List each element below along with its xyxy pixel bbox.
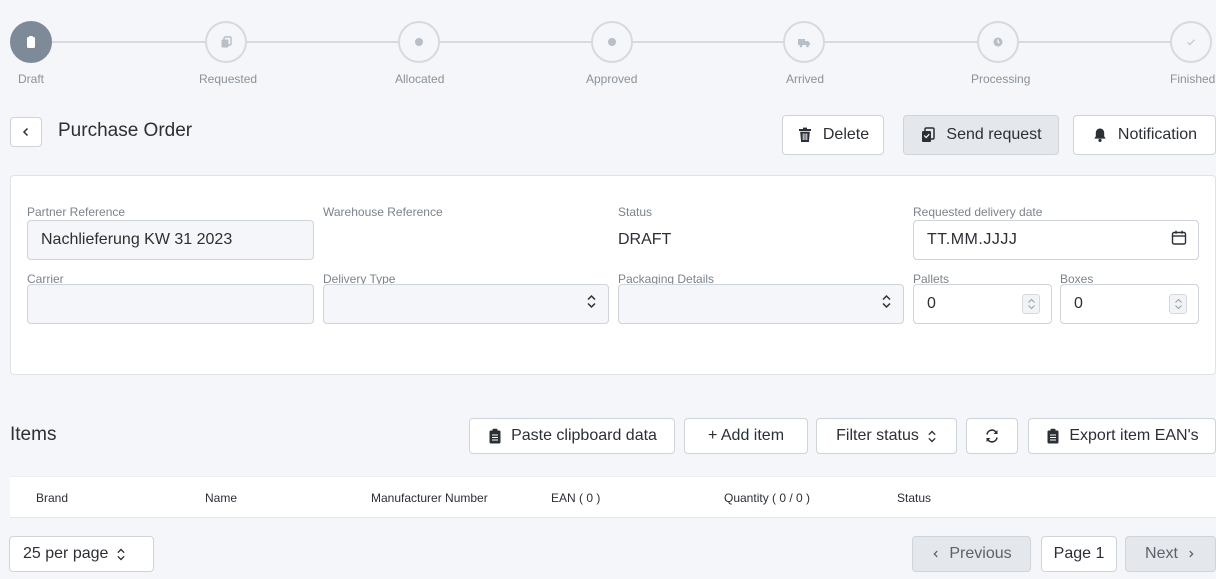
- status-label: Status: [618, 205, 653, 219]
- step-label-draft: Draft: [18, 72, 45, 86]
- add-item-label: + Add item: [707, 427, 785, 444]
- dot-icon: [415, 38, 423, 46]
- step-approved-circle: [591, 21, 633, 63]
- requested-delivery-date-input[interactable]: TT.MM.JJJJ: [913, 220, 1199, 260]
- truck-icon: [798, 39, 810, 48]
- per-page-select[interactable]: 25 per page: [9, 536, 154, 572]
- step-finished-circle: [1170, 21, 1212, 63]
- per-page-value: 25 per page: [23, 545, 109, 562]
- order-details-card: Partner Reference Nachlieferung KW 31 20…: [10, 175, 1216, 375]
- delivery-type-select[interactable]: [323, 284, 609, 324]
- pallets-value: 0: [927, 295, 936, 312]
- partner-reference-label: Partner Reference: [27, 205, 126, 219]
- copy-icon: [922, 127, 936, 142]
- calendar-icon[interactable]: [1171, 230, 1187, 251]
- column-header-manufacturer-number[interactable]: Manufacturer Number: [371, 491, 488, 505]
- boxes-value: 0: [1074, 295, 1083, 312]
- status-value: DRAFT: [618, 231, 672, 248]
- refresh-button[interactable]: [966, 418, 1018, 454]
- filter-status-label: Filter status: [836, 427, 919, 444]
- warehouse-reference-label: Warehouse Reference: [323, 205, 443, 219]
- trash-icon: [798, 127, 811, 142]
- step-label-approved: Approved: [586, 72, 638, 86]
- check-icon: [1187, 39, 1195, 46]
- packaging-details-select[interactable]: [618, 284, 904, 324]
- bell-icon: [1094, 128, 1106, 142]
- clipboard-icon: [27, 36, 35, 48]
- column-header-brand[interactable]: Brand: [36, 491, 68, 505]
- copy-icon: [221, 36, 232, 48]
- chevron-left-icon: [22, 127, 29, 137]
- items-section-title: Items: [10, 424, 57, 445]
- send-request-label: Send request: [946, 126, 1042, 143]
- step-label-finished: Finished: [1170, 72, 1216, 86]
- chevron-right-icon: [1189, 550, 1194, 558]
- column-header-ean[interactable]: EAN ( 0 ): [551, 491, 600, 505]
- paste-clipboard-label: Paste clipboard data: [511, 427, 657, 444]
- add-item-button[interactable]: + Add item: [684, 418, 808, 454]
- send-request-button[interactable]: Send request: [903, 115, 1059, 155]
- clock-icon: [993, 37, 1003, 47]
- clipboard-list-icon: [1047, 428, 1059, 444]
- notification-button[interactable]: Notification: [1073, 115, 1216, 155]
- current-page-label: Page 1: [1053, 545, 1105, 562]
- stepper-arrows-icon[interactable]: [1022, 294, 1040, 314]
- select-arrows-icon: [117, 548, 126, 560]
- step-allocated-circle: [398, 21, 440, 63]
- column-header-quantity[interactable]: Quantity ( 0 / 0 ): [724, 491, 810, 505]
- column-header-status[interactable]: Status: [897, 491, 931, 505]
- notification-label: Notification: [1117, 126, 1198, 143]
- delete-label: Delete: [822, 126, 870, 143]
- partner-reference-input[interactable]: Nachlieferung KW 31 2023: [27, 220, 314, 260]
- step-arrived-circle: [783, 21, 825, 63]
- pallets-input[interactable]: 0: [913, 284, 1052, 324]
- paste-clipboard-button[interactable]: Paste clipboard data: [469, 418, 675, 454]
- carrier-input[interactable]: [27, 284, 314, 324]
- boxes-input[interactable]: 0: [1060, 284, 1199, 324]
- clipboard-list-icon: [489, 428, 501, 444]
- previous-page-button[interactable]: Previous: [912, 536, 1031, 572]
- next-page-button[interactable]: Next: [1125, 536, 1216, 572]
- next-label: Next: [1145, 545, 1178, 562]
- back-button[interactable]: [10, 117, 42, 147]
- progress-stepper: Draft Requested Allocated Approved Arriv…: [0, 0, 1216, 92]
- export-ean-button[interactable]: Export item EAN's: [1028, 418, 1216, 454]
- step-processing-circle: [977, 21, 1019, 63]
- step-label-processing: Processing: [971, 72, 1031, 86]
- select-arrows-icon: [586, 294, 597, 315]
- select-arrows-icon: [928, 430, 936, 442]
- requested-delivery-date-placeholder: TT.MM.JJJJ: [927, 231, 1018, 248]
- stepper-arrows-icon[interactable]: [1169, 294, 1187, 314]
- items-table-header: Brand Name Manufacturer Number EAN ( 0 )…: [10, 476, 1216, 518]
- filter-status-select[interactable]: Filter status: [816, 418, 957, 454]
- step-requested-circle: [205, 21, 247, 63]
- export-ean-label: Export item EAN's: [1069, 427, 1199, 444]
- refresh-icon: [986, 429, 998, 443]
- dot-icon: [608, 38, 616, 46]
- select-arrows-icon: [881, 294, 892, 315]
- step-label-allocated: Allocated: [395, 72, 445, 86]
- delete-button[interactable]: Delete: [782, 115, 884, 155]
- requested-delivery-date-label: Requested delivery date: [913, 205, 1043, 219]
- previous-label: Previous: [949, 545, 1012, 562]
- step-label-requested: Requested: [199, 72, 258, 86]
- step-draft-circle: [10, 21, 52, 63]
- step-label-arrived: Arrived: [786, 72, 825, 86]
- chevron-left-icon: [933, 550, 939, 558]
- current-page-indicator: Page 1: [1041, 536, 1117, 572]
- partner-reference-value: Nachlieferung KW 31 2023: [41, 231, 233, 248]
- column-header-name[interactable]: Name: [205, 491, 237, 505]
- page-title: Purchase Order: [58, 120, 193, 141]
